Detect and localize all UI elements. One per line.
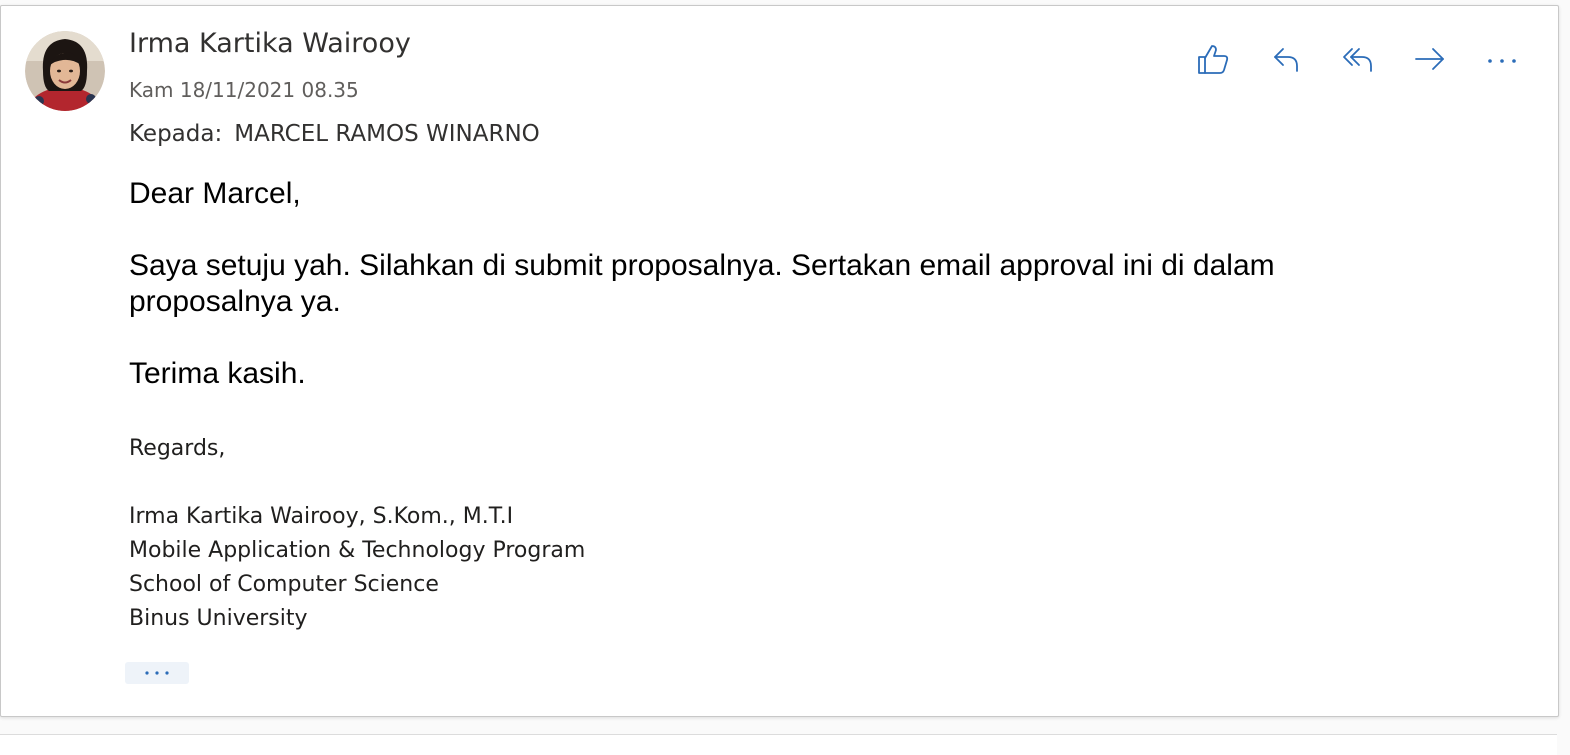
like-icon — [1195, 41, 1231, 82]
recipient-line: Kepada: MARCEL RAMOS WINARNO — [129, 121, 540, 147]
reply-icon — [1268, 41, 1304, 82]
signature-lines: Irma Kartika Wairooy, S.Kom., M.T.I Mobi… — [129, 500, 585, 636]
body-paragraph: Saya setuju yah. Silahkan di submit prop… — [129, 249, 1275, 318]
show-more-content-button[interactable] — [125, 662, 189, 684]
reply-button[interactable] — [1264, 39, 1308, 83]
more-actions-button[interactable] — [1480, 39, 1524, 83]
signature-line-school: School of Computer Science — [129, 572, 439, 597]
recipient-name[interactable]: MARCEL RAMOS WINARNO — [234, 121, 540, 147]
message-card: Irma Kartika Wairooy Kam 18/11/2021 08.3… — [0, 5, 1559, 717]
sender-avatar[interactable] — [25, 31, 105, 111]
reply-all-icon — [1340, 41, 1376, 82]
sender-name[interactable]: Irma Kartika Wairooy — [129, 28, 411, 59]
message-datetime: Kam 18/11/2021 08.35 — [129, 78, 359, 102]
body-closing: Terima kasih. — [129, 357, 306, 390]
forward-icon — [1412, 41, 1448, 82]
forward-button[interactable] — [1408, 39, 1452, 83]
body-greeting: Dear Marcel, — [129, 177, 301, 210]
signature-line-program: Mobile Application & Technology Program — [129, 538, 586, 563]
like-button[interactable] — [1191, 39, 1235, 83]
signature-regards: Regards, — [129, 436, 226, 461]
signature-line-university: Binus University — [129, 606, 308, 631]
recipient-label: Kepada: — [129, 121, 223, 147]
more-actions-icon — [1484, 41, 1520, 82]
signature-line-name: Irma Kartika Wairooy, S.Kom., M.T.I — [129, 504, 514, 529]
ellipsis-icon — [140, 664, 174, 682]
reply-all-button[interactable] — [1336, 39, 1380, 83]
